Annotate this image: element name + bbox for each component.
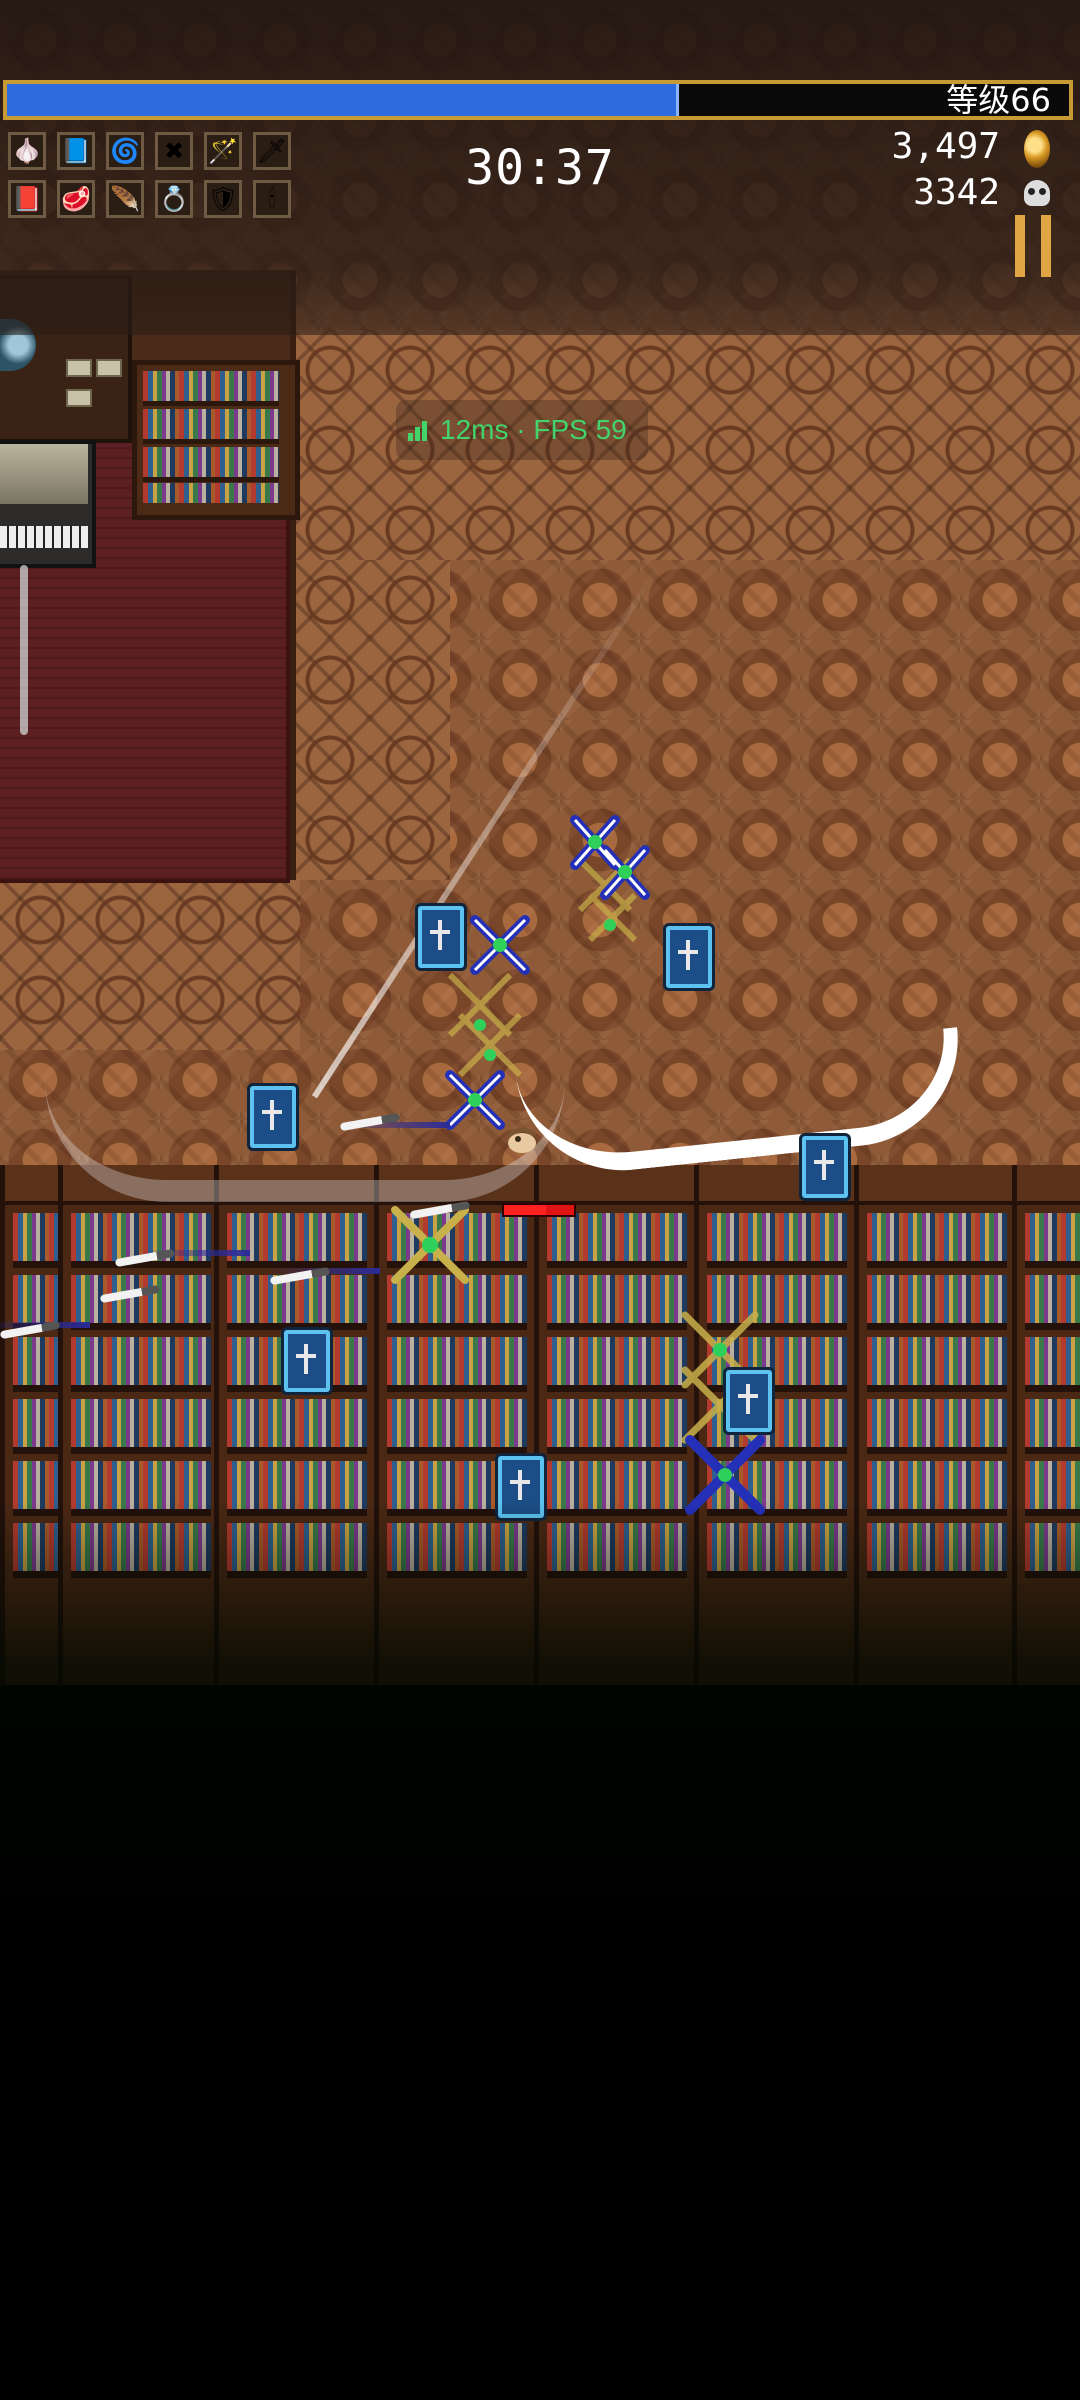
bible-projectile — [284, 1330, 330, 1392]
knife-icon: 🗡 — [253, 132, 291, 170]
magic-wand-icon: 🪄 — [204, 132, 242, 170]
garlic-icon: 🧄 — [8, 132, 46, 170]
coin-icon — [1024, 130, 1050, 168]
game-world[interactable] — [0, 0, 1080, 2400]
bible-projectile — [250, 1086, 296, 1148]
floor-tile-left — [0, 880, 300, 1050]
gold-counter: 3,497 — [891, 126, 1000, 167]
network-fps-indicator: 12ms · FPS 59 — [396, 400, 648, 460]
jar-icon — [66, 359, 92, 377]
ring-icon: 💍 — [155, 180, 193, 218]
bible-projectile — [666, 926, 712, 988]
ping-fps-text: 12ms · FPS 59 — [440, 414, 627, 445]
pause-button[interactable] — [1015, 215, 1055, 277]
candelabra-icon: 🕯 — [253, 180, 291, 218]
armor-icon: 🛡 — [204, 180, 242, 218]
survival-timer: 30:37 — [465, 140, 615, 196]
signal-icon — [408, 419, 430, 441]
room-scroll-indicator — [20, 565, 28, 735]
screen-fade-bottom — [0, 1500, 1080, 2400]
experience-bar: 等级66 — [3, 80, 1073, 120]
player-health-bar — [502, 1203, 576, 1217]
piano — [0, 440, 96, 568]
jar-icon — [66, 389, 92, 407]
jar-icon — [96, 359, 122, 377]
player-character — [507, 1128, 537, 1153]
red-tome-icon: 📕 — [8, 180, 46, 218]
small-bookshelf — [132, 360, 300, 520]
skull-icon — [1024, 180, 1050, 206]
floor-tile-column — [290, 560, 450, 880]
kill-counter: 3342 — [913, 172, 1000, 213]
bible-projectile — [418, 906, 464, 968]
level-label: 等级66 — [946, 81, 1051, 119]
cross-icon: ✖ — [155, 132, 193, 170]
bible-projectile — [802, 1136, 848, 1198]
bible-projectile — [726, 1370, 772, 1432]
fire-ring-icon: 🌀 — [106, 132, 144, 170]
experience-fill — [7, 84, 680, 116]
king-bible-icon: 📘 — [57, 132, 95, 170]
feather-icon: 🪶 — [106, 180, 144, 218]
meat-icon: 🥩 — [57, 180, 95, 218]
